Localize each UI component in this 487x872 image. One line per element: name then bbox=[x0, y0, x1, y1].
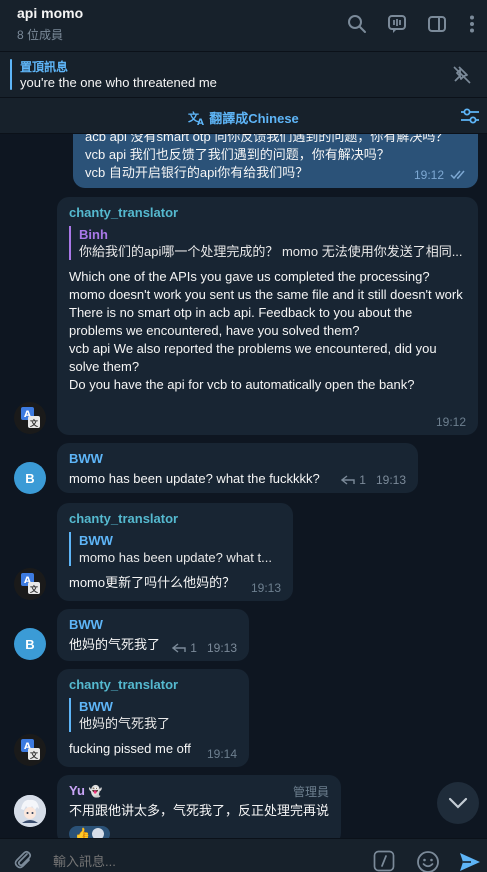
incoming-message[interactable]: BWW momo has been update? what the fuckk… bbox=[57, 443, 418, 493]
reply-text: 你給我们的api哪一个处理完成的？ momo 无法使用你发送了相同... bbox=[79, 244, 463, 259]
member-count: 8 位成員 bbox=[17, 28, 64, 42]
reply-preview[interactable]: BWW 他妈的气死我了 bbox=[69, 698, 237, 732]
reply-sender: BWW bbox=[79, 699, 113, 714]
pinned-title: 置頂訊息 bbox=[20, 60, 69, 74]
incoming-message[interactable]: chanty_translator BWW 他妈的气死我了 fucking pi… bbox=[57, 669, 249, 767]
send-icon[interactable] bbox=[458, 850, 482, 872]
incoming-message[interactable]: BWW 他妈的气死我了 1 19:13 bbox=[57, 609, 249, 661]
translator-avatar[interactable]: A 文 bbox=[14, 402, 46, 434]
translate-settings-icon[interactable] bbox=[459, 106, 481, 126]
sidebar-toggle-icon[interactable] bbox=[424, 11, 450, 37]
reply-count: 1 bbox=[359, 473, 366, 487]
search-icon[interactable] bbox=[344, 11, 370, 37]
message-time: 19:14 bbox=[206, 747, 237, 761]
translate-button[interactable]: 文 A 翻譯成Chinese bbox=[0, 108, 487, 127]
reply-text: momo has been update? what t... bbox=[79, 550, 272, 565]
reactor-avatar bbox=[91, 828, 104, 838]
message-composer[interactable] bbox=[0, 838, 487, 872]
pinned-message-bar[interactable]: 置頂訊息 you're the one who threatened me bbox=[0, 52, 487, 98]
replies-indicator[interactable]: 1 19:13 bbox=[341, 473, 406, 487]
sender-name[interactable]: BWW bbox=[69, 617, 237, 632]
svg-text:文: 文 bbox=[30, 750, 39, 760]
incoming-message[interactable]: chanty_translator BWW momo has been upda… bbox=[57, 503, 293, 601]
voice-chat-icon[interactable] bbox=[384, 11, 410, 37]
pinned-indicator bbox=[10, 59, 12, 90]
svg-text:文: 文 bbox=[30, 584, 39, 594]
reply-preview[interactable]: BWW momo has been update? what t... bbox=[69, 532, 281, 566]
bot-command-icon[interactable] bbox=[373, 850, 395, 872]
sender-name[interactable]: BWW bbox=[69, 451, 406, 466]
chevron-down-icon bbox=[448, 797, 468, 809]
reply-arrow-icon bbox=[172, 643, 186, 653]
svg-text:文: 文 bbox=[30, 418, 39, 428]
message-input[interactable] bbox=[53, 854, 353, 869]
sender-name[interactable]: Yu 👻 bbox=[69, 783, 329, 798]
message-time: 19:13 bbox=[375, 473, 406, 487]
sender-name[interactable]: chanty_translator bbox=[69, 677, 237, 692]
message-text: Which one of the APIs you gave us comple… bbox=[69, 269, 463, 392]
message-time: 19:13 bbox=[206, 641, 237, 655]
reply-arrow-icon bbox=[341, 475, 355, 485]
reaction-chip[interactable]: 👍 bbox=[69, 826, 110, 838]
read-checkmarks-icon bbox=[450, 170, 465, 180]
translator-avatar[interactable]: A 文 bbox=[14, 568, 46, 600]
chat-header[interactable]: api momo 8 位成員 bbox=[0, 0, 487, 52]
unpin-icon[interactable] bbox=[451, 64, 473, 86]
more-menu-icon[interactable] bbox=[459, 11, 485, 37]
reply-count: 1 bbox=[190, 641, 197, 655]
thumbs-up-icon: 👍 bbox=[75, 827, 90, 838]
translate-icon: 文 A bbox=[188, 110, 204, 126]
user-avatar-yu[interactable] bbox=[14, 795, 46, 827]
message-time: 19:12 bbox=[413, 168, 444, 182]
translate-label: 翻譯成Chinese bbox=[209, 111, 299, 126]
user-avatar-bww[interactable]: B bbox=[14, 462, 46, 494]
emoji-icon[interactable] bbox=[416, 850, 440, 872]
incoming-message[interactable]: Yu 👻 管理員 不用跟他讲太多，气死我了，反正处理完再说 👍 bbox=[57, 775, 341, 838]
scroll-down-button[interactable] bbox=[437, 782, 479, 824]
sender-name[interactable]: chanty_translator bbox=[69, 511, 281, 526]
reply-text: 他妈的气死我了 bbox=[79, 716, 171, 731]
incoming-message[interactable]: chanty_translator Binh 你給我们的api哪一个处理完成的？… bbox=[57, 197, 478, 435]
sender-name-text: Yu bbox=[69, 783, 85, 798]
message-list[interactable]: acb api 没有smart otp 向你反馈我们遇到的问题，你有解决吗？ v… bbox=[0, 134, 487, 838]
paperclip-icon[interactable] bbox=[12, 848, 34, 870]
user-avatar-bww[interactable]: B bbox=[14, 628, 46, 660]
reply-sender: BWW bbox=[79, 533, 113, 548]
reply-preview[interactable]: Binh 你給我们的api哪一个处理完成的？ momo 无法使用你发送了相同..… bbox=[69, 226, 466, 260]
translator-avatar[interactable]: A 文 bbox=[14, 734, 46, 766]
pinned-text: you're the one who threatened me bbox=[20, 75, 217, 90]
message-text: 不用跟他讲太多，气死我了，反正处理完再说 bbox=[69, 803, 330, 818]
message-text: momo更新了吗什么他妈的？ bbox=[69, 575, 236, 590]
message-text: acb api 没有smart otp 向你反馈我们遇到的问题，你有解决吗？ v… bbox=[85, 134, 449, 180]
ghost-emoji-icon: 👻 bbox=[88, 786, 103, 798]
message-time: 19:13 bbox=[250, 581, 281, 595]
sender-name[interactable]: chanty_translator bbox=[69, 205, 466, 220]
svg-text:A: A bbox=[197, 118, 204, 126]
reply-sender: Binh bbox=[79, 227, 108, 242]
admin-badge: 管理員 bbox=[292, 785, 329, 799]
translate-bar[interactable]: 文 A 翻譯成Chinese bbox=[0, 98, 487, 134]
outgoing-message[interactable]: acb api 没有smart otp 向你反馈我们遇到的问题，你有解决吗？ v… bbox=[73, 134, 478, 188]
message-time: 19:12 bbox=[435, 415, 466, 429]
chat-title[interactable]: api momo bbox=[17, 5, 83, 21]
replies-indicator[interactable]: 1 19:13 bbox=[172, 641, 237, 655]
